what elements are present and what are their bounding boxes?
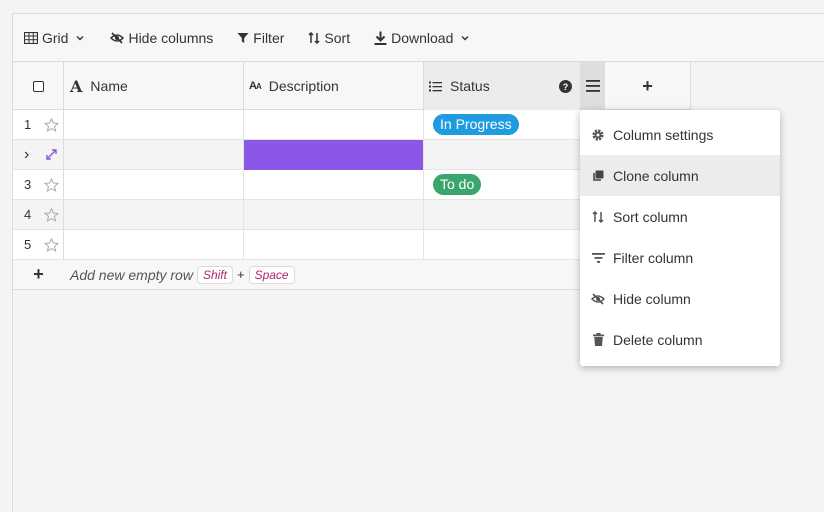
grid-view-button[interactable]: Grid — [18, 24, 90, 52]
description-cell[interactable] — [244, 110, 424, 139]
shortcut-joiner: + — [236, 267, 245, 282]
row-number: 1 — [24, 117, 32, 132]
shortcut-key-space: Space — [248, 265, 295, 284]
column-menu-button[interactable] — [581, 62, 605, 110]
column-header-name[interactable]: A Name — [64, 62, 244, 110]
clone-icon — [593, 170, 604, 181]
menu-item-hide-column[interactable]: Hide column — [580, 278, 780, 319]
status-cell[interactable] — [424, 200, 581, 229]
menu-item-delete-column[interactable]: Delete column — [580, 319, 780, 360]
header-row: A Name AA Description Status ? + — [13, 62, 691, 110]
row-number-cell: 4 — [13, 200, 64, 229]
name-cell[interactable] — [64, 230, 244, 259]
column-name-label: Name — [90, 78, 128, 94]
menu-item-label: Filter column — [613, 249, 694, 266]
table-row[interactable]: › — [13, 140, 581, 170]
sort-icon — [308, 31, 320, 44]
filter-icon — [591, 252, 605, 263]
menu-item-label: Column settings — [613, 126, 714, 143]
filter-button[interactable]: Filter — [231, 24, 290, 52]
sort-label: Sort — [324, 29, 351, 46]
name-cell[interactable] — [64, 140, 244, 169]
star-icon[interactable] — [44, 177, 59, 192]
add-row-bar[interactable]: + Add new empty row Shift + Space — [13, 260, 581, 290]
status-cell[interactable] — [424, 140, 581, 169]
add-column-button[interactable]: + — [605, 62, 691, 110]
shortcut-key-shift: Shift — [196, 265, 233, 284]
hamburger-icon — [585, 80, 600, 92]
menu-item-label: Clone column — [613, 167, 699, 184]
long-text-type-icon: AA — [249, 80, 262, 92]
filter-icon — [237, 32, 249, 43]
status-cell[interactable] — [424, 230, 581, 259]
eye-off-icon — [110, 31, 125, 44]
name-cell[interactable] — [64, 110, 244, 139]
hide-columns-button[interactable]: Hide columns — [104, 24, 219, 52]
status-cell[interactable]: To do — [424, 170, 581, 199]
table-row[interactable]: 5 — [13, 230, 581, 260]
menu-item-label: Hide column — [613, 290, 691, 307]
text-type-icon: A — [70, 76, 83, 96]
star-icon[interactable] — [44, 237, 59, 252]
row-number-cell: 1 — [13, 110, 64, 139]
column-description-label: Description — [268, 78, 339, 94]
row-number: 3 — [24, 177, 32, 192]
column-status-label: Status — [450, 78, 490, 94]
grid-view-label: Grid — [42, 29, 69, 46]
star-icon[interactable] — [44, 117, 59, 132]
menu-item-label: Sort column — [613, 208, 688, 225]
list-type-icon — [429, 81, 442, 91]
description-cell[interactable] — [244, 230, 424, 259]
table-row[interactable]: 4 — [13, 200, 581, 230]
table-row[interactable]: 3 To do — [13, 170, 581, 200]
trash-icon — [592, 333, 604, 346]
toolbar: Grid Hide columns Filter Sort Download — [13, 14, 824, 62]
chevron-down-icon — [461, 35, 469, 40]
status-badge: In Progress — [433, 114, 519, 135]
gear-icon — [592, 128, 604, 141]
svg-text:?: ? — [563, 82, 569, 92]
plus-icon: + — [642, 75, 653, 96]
eye-off-icon — [591, 292, 605, 305]
row-number: 4 — [24, 207, 32, 222]
menu-item-label: Delete column — [613, 331, 703, 348]
row-number-cell: 3 — [13, 170, 64, 199]
menu-item-filter-column[interactable]: Filter column — [580, 237, 780, 278]
column-header-description[interactable]: AA Description — [244, 62, 424, 110]
description-cell[interactable] — [244, 170, 424, 199]
row-number-cell: › — [13, 140, 64, 169]
download-icon — [374, 31, 387, 45]
menu-item-clone-column[interactable]: Clone column — [580, 155, 780, 196]
row-number-cell: 5 — [13, 230, 64, 259]
help-icon[interactable]: ? — [559, 80, 572, 93]
description-cell[interactable] — [244, 200, 424, 229]
select-all-checkbox[interactable] — [32, 80, 44, 92]
name-cell[interactable] — [64, 200, 244, 229]
description-cell-selected[interactable] — [244, 140, 424, 170]
name-cell[interactable] — [64, 170, 244, 199]
row-number: 5 — [24, 237, 32, 252]
grid-icon — [24, 31, 38, 44]
table-row[interactable]: 1 In Progress — [13, 110, 581, 140]
star-icon[interactable] — [44, 207, 59, 222]
menu-item-column-settings[interactable]: Column settings — [580, 114, 780, 155]
menu-item-sort-column[interactable]: Sort column — [580, 196, 780, 237]
expand-arrows-icon[interactable] — [46, 149, 57, 160]
download-button[interactable]: Download — [368, 24, 475, 52]
hide-columns-label: Hide columns — [128, 29, 214, 46]
column-header-status[interactable]: Status ? — [424, 62, 581, 110]
status-cell[interactable]: In Progress — [424, 110, 581, 139]
expand-row-chevron[interactable]: › — [24, 146, 29, 164]
sort-button[interactable]: Sort — [302, 24, 356, 52]
column-context-menu: Column settings Clone column Sort column… — [580, 110, 780, 366]
download-label: Download — [391, 29, 454, 46]
filter-label: Filter — [253, 29, 285, 46]
select-all-cell — [13, 62, 64, 110]
chevron-down-icon — [76, 35, 84, 40]
sort-icon — [592, 210, 604, 223]
add-row-plus-icon[interactable]: + — [13, 264, 64, 285]
add-row-label[interactable]: Add new empty row — [70, 267, 193, 283]
status-badge: To do — [433, 174, 482, 195]
